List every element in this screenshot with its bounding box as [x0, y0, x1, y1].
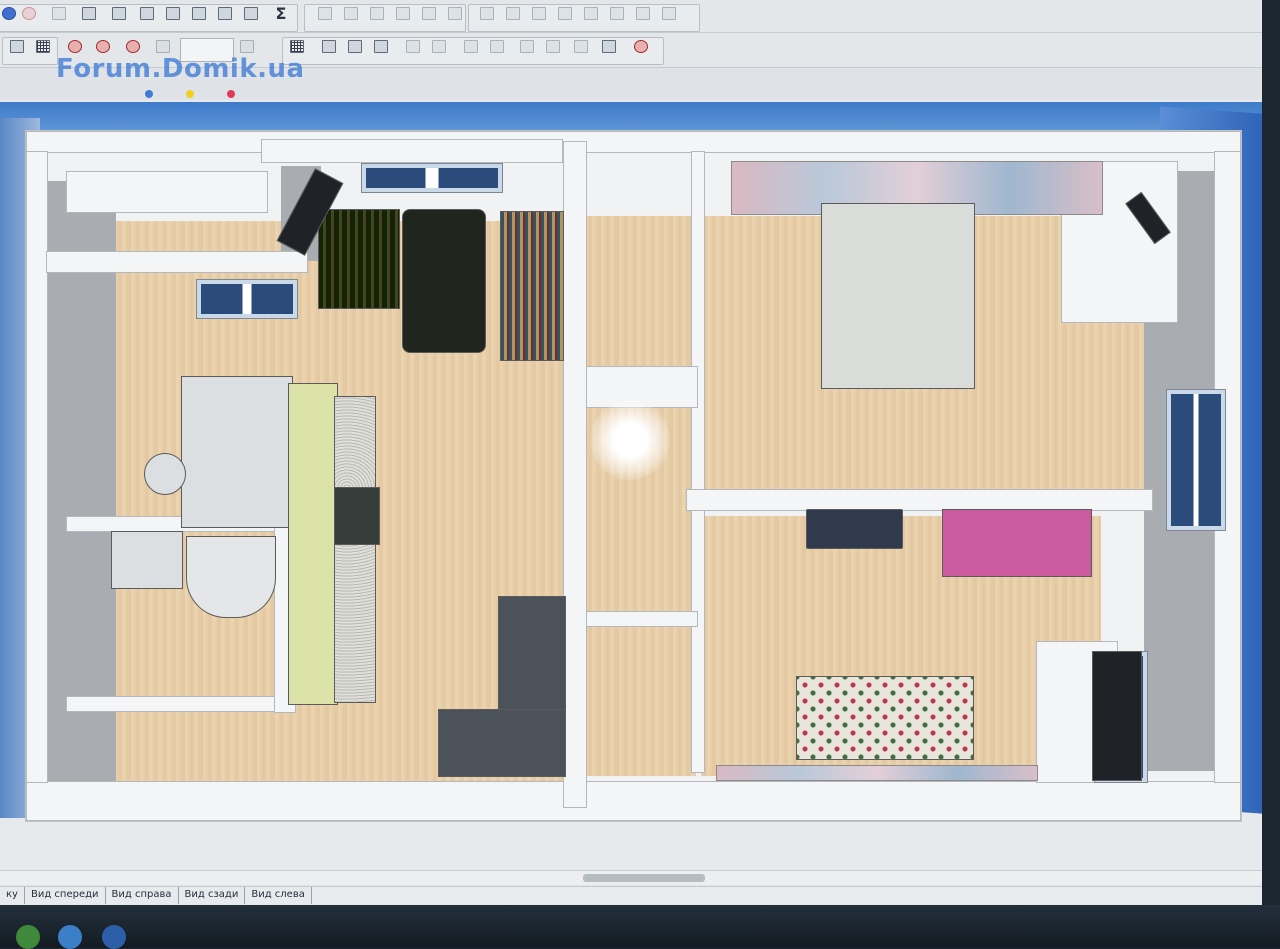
layers-icon[interactable]: [110, 4, 128, 22]
partition-wall-center: [563, 141, 587, 808]
stove[interactable]: [334, 487, 380, 545]
resize-icon[interactable]: [430, 37, 448, 55]
node-split-icon[interactable]: [544, 37, 562, 55]
snap-icon[interactable]: [94, 37, 112, 55]
main-toolbar: Σ: [0, 0, 1262, 33]
pink-sofa[interactable]: [942, 509, 1092, 577]
door-tool-icon[interactable]: [368, 4, 386, 22]
outer-wall-bottom: [26, 781, 1241, 821]
tv-stand[interactable]: [806, 509, 903, 549]
pencil-icon[interactable]: [372, 37, 390, 55]
fridge-cabinet[interactable]: [181, 376, 293, 528]
taskbar-app-icon[interactable]: [16, 925, 40, 949]
tab-right-view[interactable]: Вид справа: [106, 887, 179, 904]
toilet[interactable]: [144, 453, 186, 495]
stop-icon[interactable]: [20, 4, 38, 22]
plaid-sofa[interactable]: [500, 211, 564, 361]
group-icon[interactable]: [634, 4, 652, 22]
view-tabs: ку Вид спереди Вид справа Вид сзади Вид …: [0, 886, 1262, 905]
kitchen-window: [361, 163, 503, 193]
corridor-shelf: [586, 611, 698, 627]
taskbar-info-icon[interactable]: [102, 925, 126, 949]
dots-grid-icon[interactable]: [288, 37, 306, 55]
washing-machine[interactable]: [111, 531, 183, 589]
ruler-icon[interactable]: [8, 37, 26, 55]
target-icon[interactable]: [124, 37, 142, 55]
3d-viewport[interactable]: [0, 100, 1262, 870]
export-icon[interactable]: [164, 4, 182, 22]
window-tool-icon[interactable]: [394, 4, 412, 22]
distribute-icon[interactable]: [608, 4, 626, 22]
align-bottom-icon[interactable]: [582, 4, 600, 22]
align-left-icon[interactable]: [478, 4, 496, 22]
app-window: Σ Forum.Domik.ua ку Вид спереди Вид спра…: [0, 0, 1262, 905]
watermark-dot-blue: [145, 90, 153, 98]
kitchen-counter[interactable]: [288, 383, 338, 705]
outer-wall-top: [26, 131, 1241, 153]
budget-icon[interactable]: [242, 4, 260, 22]
wall-mural-living: [716, 765, 1038, 781]
tab-plan[interactable]: ку: [0, 887, 25, 904]
os-taskbar: [0, 905, 1280, 948]
zoom-icon[interactable]: [154, 37, 172, 55]
watermark-dot-yellow: [186, 90, 194, 98]
tab-back-view[interactable]: Вид сзади: [179, 887, 246, 904]
watermark: Forum.Domik.ua: [56, 54, 305, 84]
preview-icon[interactable]: [138, 4, 156, 22]
bedroom-living-wall: [686, 489, 1153, 511]
stone-worktop[interactable]: [334, 396, 376, 703]
room-tool-icon[interactable]: [342, 4, 360, 22]
floor-corridor: [586, 216, 696, 776]
sigma-icon[interactable]: Σ: [272, 3, 290, 23]
screen-glare: [590, 400, 670, 480]
zoom-apply-icon[interactable]: [238, 37, 256, 55]
watermark-dot-red: [227, 90, 235, 98]
move-icon[interactable]: [404, 37, 422, 55]
crosshair-icon[interactable]: [632, 37, 650, 55]
select-arrow-icon[interactable]: [346, 37, 364, 55]
report-icon[interactable]: [216, 4, 234, 22]
armchair-green[interactable]: [318, 209, 400, 309]
floral-rug[interactable]: [796, 676, 974, 760]
corridor-wall: [691, 151, 705, 773]
bathroom-wall: [46, 251, 308, 273]
sigma-glyph: Σ: [275, 3, 287, 23]
home-icon[interactable]: [50, 4, 68, 22]
outer-wall-left: [26, 151, 48, 783]
ungroup-icon[interactable]: [660, 4, 678, 22]
dark-rug[interactable]: [402, 209, 486, 353]
kitchen-top-wall: [261, 139, 563, 163]
level-icon[interactable]: [320, 37, 338, 55]
grid-icon[interactable]: [34, 37, 52, 55]
corner-sofa-seat[interactable]: [438, 709, 566, 777]
magnet-icon[interactable]: [66, 37, 84, 55]
tab-front-view[interactable]: Вид спереди: [25, 887, 106, 904]
align-top-icon[interactable]: [556, 4, 574, 22]
scrollbar-thumb[interactable]: [583, 874, 705, 882]
properties-icon[interactable]: [80, 4, 98, 22]
dark-wardrobe[interactable]: [1092, 651, 1142, 781]
print-icon[interactable]: [190, 4, 208, 22]
bathtub[interactable]: [186, 536, 276, 618]
double-bed[interactable]: [821, 203, 975, 389]
top-left-ledge: [66, 171, 268, 213]
roof-tool-icon[interactable]: [446, 4, 464, 22]
stairs-tool-icon[interactable]: [420, 4, 438, 22]
tab-left-view[interactable]: Вид слева: [245, 887, 312, 904]
node-move-icon[interactable]: [518, 37, 536, 55]
wall-tool-icon[interactable]: [316, 4, 334, 22]
bath-bottom-wall: [66, 696, 278, 712]
side-window: [196, 279, 298, 319]
align-right-icon[interactable]: [530, 4, 548, 22]
copy-icon[interactable]: [600, 37, 618, 55]
app-icon[interactable]: [0, 4, 18, 22]
align-center-icon[interactable]: [504, 4, 522, 22]
bedroom-window: [1166, 389, 1226, 531]
node-remove-icon[interactable]: [488, 37, 506, 55]
node-add-icon[interactable]: [462, 37, 480, 55]
node-join-icon[interactable]: [572, 37, 590, 55]
taskbar-skype-icon[interactable]: [58, 925, 82, 949]
horizontal-scrollbar[interactable]: [0, 870, 1262, 885]
